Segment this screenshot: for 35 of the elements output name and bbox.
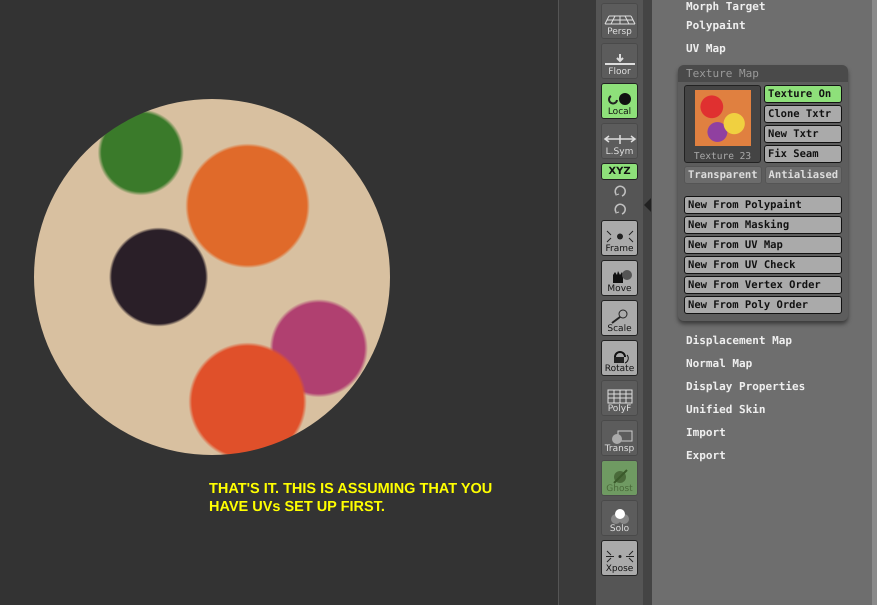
panel-item[interactable]: Displacement Map [686,329,872,352]
texture-button[interactable]: New Txtr [764,125,842,143]
texture-button[interactable]: Texture On [764,85,842,103]
new-texture-button[interactable]: New From UV Map [684,236,842,254]
photo-placeholder [694,90,750,146]
new-texture-button[interactable]: New From Polypaint [684,196,842,214]
texture-thumbnail[interactable]: Texture 23 [684,85,761,163]
panel-item[interactable]: UV Map [686,37,872,60]
shelf-button[interactable]: Scale [601,300,638,336]
option-toggle[interactable]: Antialiased [764,166,842,184]
panel-item[interactable]: Import [686,421,872,444]
panel-item[interactable]: Polypaint [686,14,872,37]
new-texture-button[interactable]: New From Masking [684,216,842,234]
shelf-button[interactable]: Move [601,260,638,296]
panel-item[interactable]: Display Properties [686,375,872,398]
panel-item[interactable]: Morph Target [686,0,872,14]
caption-text: THAT'S IT. THIS IS ASSUMING THAT YOU HAVE UVs SET UP FIRST. [209,480,492,516]
shelf-button[interactable]: Xpose [601,540,638,576]
texture-button[interactable]: Fix Seam [764,145,842,163]
shelf-button[interactable]: Rotate [601,340,638,376]
panel-item[interactable]: Export [686,444,872,467]
panel-item[interactable]: Normal Map [686,352,872,375]
new-texture-button[interactable]: New From Vertex Order [684,276,842,294]
panel-item[interactable]: Unified Skin [686,398,872,421]
thumbnail-caption: Texture 23 [694,151,752,162]
option-toggle[interactable]: Transparent [684,166,762,184]
texture-button[interactable]: Clone Txtr [764,105,842,123]
new-texture-button[interactable]: New From Poly Order [684,296,842,314]
new-texture-button[interactable]: New From UV Check [684,256,842,274]
axis-toggle[interactable]: XYZ [601,163,638,180]
tool-icon [602,132,636,147]
shelf-button[interactable]: Frame [601,220,638,256]
shelf-button[interactable]: Local [601,83,638,119]
subpanel-title[interactable]: Texture Map [678,65,848,82]
tool-icon [602,52,636,67]
